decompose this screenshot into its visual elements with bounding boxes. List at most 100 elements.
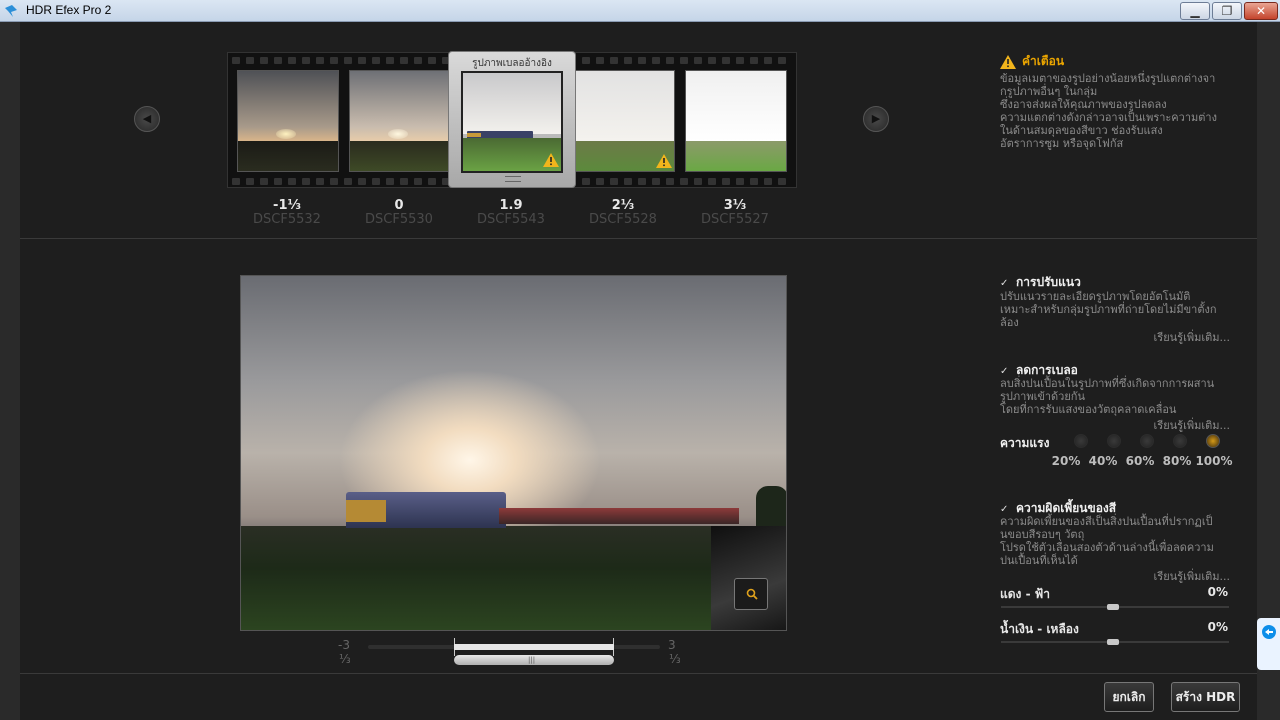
filmstrip-thumbnail[interactable] [685, 70, 787, 172]
background-desktop-right [1257, 22, 1280, 720]
footer-divider [20, 673, 1257, 674]
minimize-button[interactable]: ▁ [1180, 2, 1210, 20]
warning-line: อัตราการซูม หรือจุดโฟกัส [1000, 137, 1124, 150]
chromatic-aberration-title: ความผิดเพี้ยนของสี [1016, 501, 1117, 515]
warning-title-text: คำเตือน [1022, 54, 1065, 68]
slider-max-fraction: ⅓ [669, 652, 681, 666]
frame-file-name: DSCF5528 [589, 212, 657, 227]
description-line: โดยที่การรับแสงของวัตถุคลาดเคลื่อน [1000, 403, 1177, 416]
description-line: โปรดใช้ตัวเลื่อนสองตัวด้านล่างนี้เพื่อลด… [1000, 541, 1214, 554]
arrow-left-icon: ◀ [142, 112, 152, 125]
warning-icon [656, 154, 672, 168]
filmstrip-thumbnail[interactable] [573, 70, 675, 172]
background-desktop-left [0, 22, 20, 720]
preview-image [240, 275, 787, 631]
cancel-button[interactable]: ยกเลิก [1104, 682, 1154, 712]
slider-min-label: -3 [338, 638, 350, 652]
strength-level-label: 60% [1125, 454, 1155, 468]
warning-line: ซึ่งอาจส่งผลให้คุณภาพของรูปลดลง [1000, 98, 1167, 111]
description-line: ลบสิ่งปนเปื้อนในรูปภาพที่ซึ่งเกิดจากการผ… [1000, 377, 1215, 390]
prev-frames-button[interactable]: ◀ [134, 106, 160, 132]
red-cyan-label: แดง - ฟ้า [1000, 587, 1050, 601]
warning-icon [543, 153, 559, 167]
strength-option-80[interactable] [1173, 434, 1187, 448]
description-line: ปรับแนวรายละเอียดรูปภาพโดยอัตโนมัติ [1000, 290, 1191, 303]
description-line: นขอบสีรอบๆ วัตถุ [1000, 528, 1085, 541]
zoom-button[interactable] [734, 578, 768, 610]
description-line: รูปภาพเข้าด้วยกัน [1000, 390, 1085, 403]
strength-level-label: 20% [1051, 454, 1081, 468]
frame-file-name: DSCF5532 [253, 212, 321, 227]
arrow-right-icon: ▶ [871, 112, 881, 125]
red-cyan-slider-knob[interactable] [1107, 604, 1119, 610]
warning-line: ความแตกต่างดังกล่าวอาจเป็นเพราะความต่าง [1000, 111, 1217, 124]
ghost-reduction-learn-more-link[interactable]: เรียนรู้เพิ่มเติม... [1120, 416, 1230, 434]
selected-reference-frame[interactable]: รูปภาพเบลออ้างอิง [448, 51, 576, 188]
close-icon: ✕ [1255, 4, 1267, 18]
side-overlay-tab[interactable] [1257, 618, 1280, 670]
close-button[interactable]: ✕ [1244, 2, 1278, 20]
warning-message: ข้อมูลเมตาของรูปอย่างน้อยหนึ่งรูปแตกต่าง… [1000, 72, 1230, 150]
ghost-reduction-checkbox[interactable]: ✓ [1000, 366, 1010, 377]
strength-label: ความแรง [1000, 436, 1050, 450]
exposure-range-handle[interactable]: ||| [454, 655, 614, 665]
chromatic-aberration-checkbox[interactable]: ✓ [1000, 504, 1010, 515]
warning-line: ข้อมูลเมตาของรูปอย่างน้อยหนึ่งรูปแตกต่าง… [1000, 72, 1216, 85]
next-frames-button[interactable]: ▶ [863, 106, 889, 132]
slider-max-label: 3 [668, 638, 676, 652]
frame-ev-value: 3⅓ [723, 198, 747, 213]
alignment-checkbox[interactable]: ✓ [1000, 278, 1010, 289]
strength-level-label: 40% [1088, 454, 1118, 468]
frame-file-name: DSCF5543 [477, 212, 545, 227]
warning-icon [1000, 54, 1016, 69]
app-logo-icon [5, 5, 17, 17]
alignment-description: ปรับแนวรายละเอียดรูปภาพโดยอัตโนมัติ เหมา… [1000, 290, 1230, 329]
strength-option-60[interactable] [1140, 434, 1154, 448]
blue-yellow-slider-knob[interactable] [1107, 639, 1119, 645]
strength-option-100[interactable] [1206, 434, 1220, 448]
frame-ev-value: -1⅓ [273, 198, 301, 213]
warning-title: คำเตือน [1000, 52, 1064, 71]
frame-ev-value: 2⅓ [611, 198, 635, 213]
blue-yellow-label: น้ำเงิน - เหลือง [1000, 622, 1079, 636]
frame-file-name: DSCF5530 [365, 212, 433, 227]
exposure-range-bar[interactable] [454, 644, 614, 650]
filmstrip-thumbnail[interactable] [349, 70, 451, 172]
grip-icon: ||| [528, 656, 536, 664]
frame-ev-value: 0 [394, 198, 404, 213]
magnifier-icon [746, 588, 758, 600]
red-cyan-slider[interactable] [1001, 604, 1229, 610]
chromatic-aberration-description: ความผิดเพี้ยนของสีเป็นสิ่งปนเปื้อนที่ปรา… [1000, 515, 1230, 567]
strength-option-20[interactable] [1074, 434, 1088, 448]
ghost-reduction-description: ลบสิ่งปนเปื้อนในรูปภาพที่ซึ่งเกิดจากการผ… [1000, 377, 1230, 416]
reference-frame-label: รูปภาพเบลออ้างอิง [472, 58, 552, 69]
section-divider [20, 238, 1257, 239]
window-titlebar: HDR Efex Pro 2 ▁ ❐ ✕ [0, 0, 1280, 22]
remote-app-icon [1262, 625, 1276, 639]
frame-file-name: DSCF5527 [701, 212, 769, 227]
blue-yellow-value: 0% [1207, 620, 1228, 634]
chromatic-learn-more-link[interactable]: เรียนรู้เพิ่มเติม... [1120, 567, 1230, 585]
strength-level-label: 80% [1162, 454, 1192, 468]
maximize-button[interactable]: ❐ [1212, 2, 1242, 20]
description-line: ปนเปื้อนที่เห็นได้ [1000, 554, 1078, 567]
description-line: เหมาะสำหรับกลุ่มรูปภาพที่ถ่ายโดยไม่มีขาต… [1000, 303, 1217, 316]
alignment-learn-more-link[interactable]: เรียนรู้เพิ่มเติม... [1120, 328, 1230, 346]
create-hdr-button[interactable]: สร้าง HDR [1171, 682, 1240, 712]
description-line: ความผิดเพี้ยนของสีเป็นสิ่งปนเปื้อนที่ปรา… [1000, 515, 1213, 528]
red-cyan-value: 0% [1207, 585, 1228, 599]
window-title: HDR Efex Pro 2 [26, 3, 112, 17]
maximize-icon: ❐ [1221, 4, 1233, 18]
blue-yellow-slider[interactable] [1001, 639, 1229, 645]
strength-option-40[interactable] [1107, 434, 1121, 448]
strength-level-label: 100% [1195, 454, 1233, 468]
warning-line: ในด้านสมดุลของสีขาว ช่องรับแสง [1000, 124, 1163, 137]
frame-grip-icon [505, 176, 521, 182]
slider-min-fraction: ⅓ [339, 652, 351, 666]
ghost-reduction-title: ลดการเบลอ [1016, 363, 1078, 377]
alignment-title: การปรับแนว [1016, 275, 1081, 289]
filmstrip-thumbnail[interactable] [237, 70, 339, 172]
warning-line: กรูปภาพอื่นๆ ในกลุ่ม [1000, 85, 1098, 98]
minimize-icon: ▁ [1190, 4, 1200, 18]
frame-ev-value: 1.9 [499, 198, 523, 213]
